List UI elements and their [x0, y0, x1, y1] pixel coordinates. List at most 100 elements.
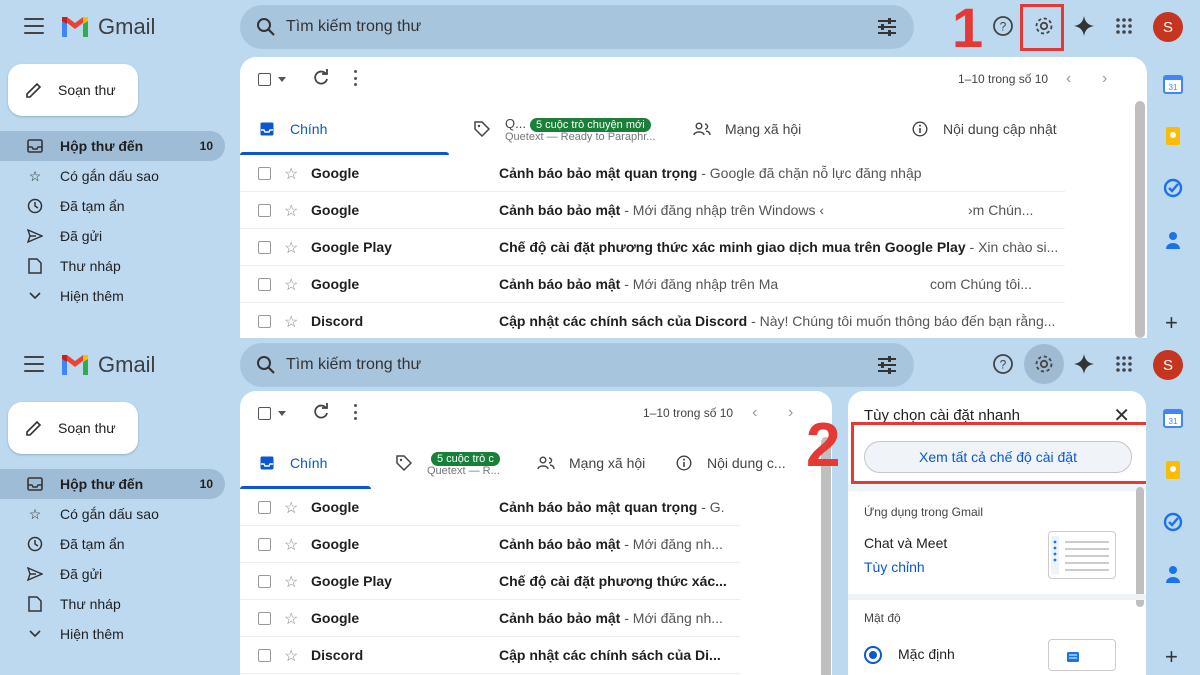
- gemini-sparkle-icon[interactable]: [1070, 350, 1098, 378]
- tasks-icon[interactable]: [1163, 178, 1183, 198]
- quick-settings-scrollbar[interactable]: [1136, 487, 1144, 607]
- row-checkbox[interactable]: [258, 204, 271, 217]
- row-checkbox[interactable]: [258, 538, 271, 551]
- sidebar-item-more[interactable]: Hiện thêm: [0, 281, 225, 311]
- refresh-icon[interactable]: [312, 69, 330, 87]
- select-dropdown-icon[interactable]: [278, 411, 286, 416]
- star-icon[interactable]: ☆: [284, 201, 298, 221]
- tab-primary[interactable]: Chính: [240, 437, 371, 489]
- sidebar-item-more[interactable]: Hiện thêm: [0, 619, 225, 649]
- keep-icon[interactable]: [1163, 460, 1183, 480]
- gmail-logo[interactable]: Gmail: [60, 352, 155, 378]
- keep-icon[interactable]: [1163, 126, 1183, 146]
- table-row[interactable]: ☆ Google Cảnh báo bảo mật quan trọng - G…: [240, 489, 740, 526]
- sidebar-item-starred[interactable]: ☆ Có gắn dấu sao: [0, 499, 225, 529]
- tab-social[interactable]: Mạng xã hội: [667, 103, 887, 155]
- calendar-icon[interactable]: 31: [1163, 408, 1183, 428]
- row-checkbox[interactable]: [258, 612, 271, 625]
- search-icon[interactable]: [256, 17, 276, 37]
- row-checkbox[interactable]: [258, 167, 271, 180]
- refresh-icon[interactable]: [312, 403, 330, 421]
- more-options-icon[interactable]: [352, 70, 358, 86]
- account-avatar[interactable]: S: [1153, 350, 1183, 380]
- table-row[interactable]: ☆ Google Play Chế độ cài đặt phương thức…: [240, 229, 1065, 266]
- star-icon[interactable]: ☆: [284, 646, 298, 666]
- row-checkbox[interactable]: [258, 649, 271, 662]
- sidebar-item-inbox[interactable]: Hộp thư đến 10: [0, 469, 225, 499]
- apps-grid-icon[interactable]: [1110, 12, 1138, 40]
- search-bar[interactable]: Tìm kiếm trong thư: [240, 5, 914, 49]
- row-sender: Google: [311, 202, 360, 218]
- row-checkbox[interactable]: [258, 241, 271, 254]
- contacts-icon[interactable]: [1163, 230, 1183, 250]
- next-page-icon[interactable]: ›: [1102, 70, 1107, 88]
- tab-primary[interactable]: Chính: [240, 103, 449, 155]
- table-row[interactable]: ☆ Discord Cập nhật các chính sách của Di…: [240, 303, 1065, 338]
- star-icon[interactable]: ☆: [284, 535, 298, 555]
- next-page-icon[interactable]: ›: [788, 404, 793, 422]
- customize-link[interactable]: Tùy chỉnh: [864, 559, 925, 575]
- star-icon[interactable]: ☆: [284, 609, 298, 629]
- row-checkbox[interactable]: [258, 278, 271, 291]
- more-options-icon[interactable]: [352, 404, 358, 420]
- row-checkbox[interactable]: [258, 575, 271, 588]
- sidebar-item-starred[interactable]: ☆ Có gắn dấu sao: [0, 161, 225, 191]
- settings-gear-icon[interactable]: [1030, 350, 1058, 378]
- gmail-logo[interactable]: Gmail: [60, 14, 155, 40]
- tab-promotions[interactable]: Q... 5 cuộc trò chuyện mới Quetext — Read…: [449, 103, 667, 155]
- search-options-icon[interactable]: [876, 17, 898, 37]
- add-addon-icon[interactable]: +: [1165, 644, 1178, 670]
- sidebar-item-sent[interactable]: Đã gửi: [0, 559, 225, 589]
- add-addon-icon[interactable]: +: [1165, 310, 1178, 336]
- help-icon[interactable]: ?: [989, 350, 1017, 378]
- select-all-checkbox[interactable]: [258, 73, 271, 86]
- star-icon[interactable]: ☆: [284, 312, 298, 332]
- star-icon[interactable]: ☆: [284, 164, 298, 184]
- tab-updates[interactable]: Nội dung c...: [651, 437, 801, 489]
- tab-updates[interactable]: Nội dung cập nhật: [887, 103, 1067, 155]
- search-icon[interactable]: [256, 355, 276, 375]
- star-icon[interactable]: ☆: [284, 572, 298, 592]
- gemini-sparkle-icon[interactable]: [1070, 12, 1098, 40]
- prev-page-icon[interactable]: ‹: [1066, 70, 1071, 88]
- account-avatar[interactable]: S: [1153, 12, 1183, 42]
- table-row[interactable]: ☆ Google Play Chế độ cài đặt phương thức…: [240, 563, 740, 600]
- density-default-radio[interactable]: [864, 646, 882, 664]
- sidebar-item-drafts[interactable]: Thư nháp: [0, 589, 225, 619]
- compose-button[interactable]: Soạn thư: [8, 402, 138, 454]
- search-bar[interactable]: Tìm kiếm trong thư: [240, 343, 914, 387]
- table-row[interactable]: ☆ Discord Cập nhật các chính sách của Di…: [240, 637, 740, 674]
- main-menu-icon[interactable]: [24, 356, 44, 372]
- sidebar-item-snoozed[interactable]: Đã tạm ẩn: [0, 529, 225, 559]
- main-menu-icon[interactable]: [24, 18, 44, 34]
- sidebar-item-inbox[interactable]: Hộp thư đến 10: [0, 131, 225, 161]
- row-checkbox[interactable]: [258, 315, 271, 328]
- calendar-icon[interactable]: 31: [1163, 74, 1183, 94]
- table-row[interactable]: ☆ Google Cảnh báo bảo mật - Mới đăng nh.…: [240, 526, 740, 563]
- tasks-icon[interactable]: [1163, 512, 1183, 532]
- mail-list-scrollbar[interactable]: [1135, 101, 1145, 338]
- star-icon[interactable]: ☆: [284, 275, 298, 295]
- table-row[interactable]: ☆ Google Cảnh báo bảo mật - Mới đăng nhậ…: [240, 266, 1065, 303]
- row-checkbox[interactable]: [258, 501, 271, 514]
- help-icon[interactable]: ?: [989, 12, 1017, 40]
- star-icon[interactable]: ☆: [284, 498, 298, 518]
- prev-page-icon[interactable]: ‹: [752, 404, 757, 422]
- search-input[interactable]: Tìm kiếm trong thư: [286, 18, 876, 36]
- tab-promotions[interactable]: 5 cuộc trò c Quetext — R...: [371, 437, 511, 489]
- select-all-checkbox[interactable]: [258, 407, 271, 420]
- table-row[interactable]: ☆ Google Cảnh báo bảo mật - Mới đăng nhậ…: [240, 192, 1065, 229]
- contacts-icon[interactable]: [1163, 564, 1183, 584]
- compose-button[interactable]: Soạn thư: [8, 64, 138, 116]
- sidebar-item-sent[interactable]: Đã gửi: [0, 221, 225, 251]
- table-row[interactable]: ☆ Google Cảnh báo bảo mật - Mới đăng nh.…: [240, 600, 740, 637]
- table-row[interactable]: ☆ Google Cảnh báo bảo mật quan trọng - G…: [240, 155, 1065, 192]
- search-input[interactable]: Tìm kiếm trong thư: [286, 356, 876, 374]
- search-options-icon[interactable]: [876, 355, 898, 375]
- star-icon[interactable]: ☆: [284, 238, 298, 258]
- apps-grid-icon[interactable]: [1110, 350, 1138, 378]
- sidebar-item-drafts[interactable]: Thư nháp: [0, 251, 225, 281]
- select-dropdown-icon[interactable]: [278, 77, 286, 82]
- sidebar-item-snoozed[interactable]: Đã tạm ẩn: [0, 191, 225, 221]
- tab-social[interactable]: Mạng xã hội: [511, 437, 651, 489]
